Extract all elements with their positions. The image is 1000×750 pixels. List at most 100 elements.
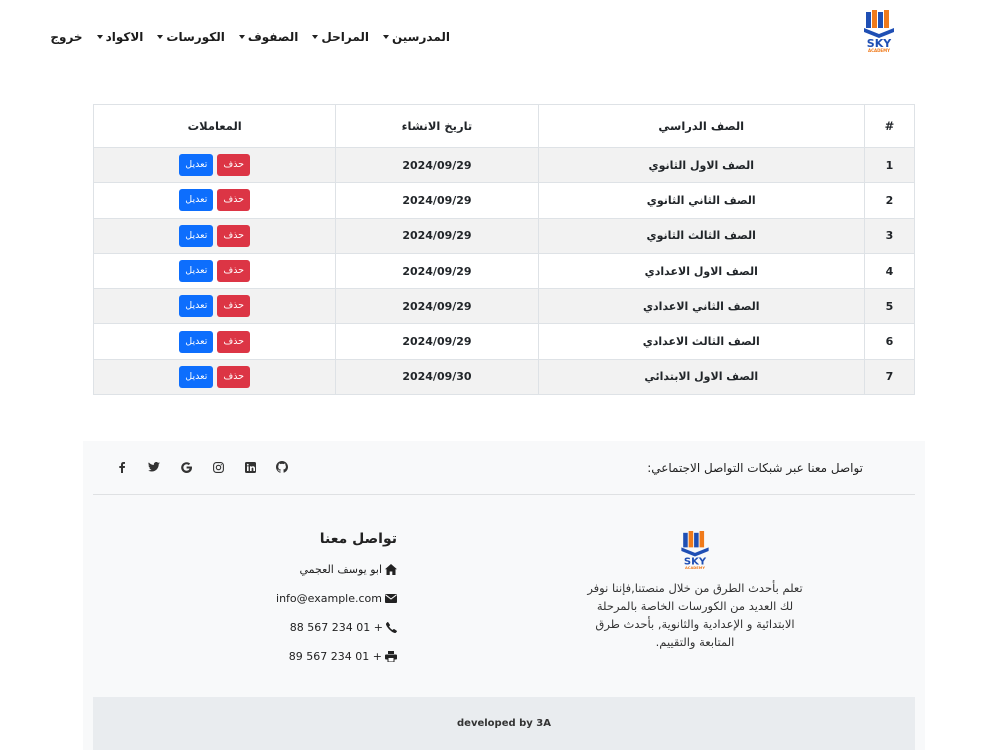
- nav-item-grades[interactable]: الصفوف: [238, 28, 299, 46]
- navbar: SKY ACADEMY المدرسين المراحل الصفوف الكو…: [0, 0, 1000, 72]
- row-date: 2024/09/29: [335, 146, 539, 184]
- contact-fax: + 01 234 567 89: [288, 649, 382, 663]
- row-date: 2024/09/29: [335, 323, 539, 360]
- delete-button[interactable]: حذف: [217, 295, 251, 318]
- contact-phone-line: + 01 234 567 88: [197, 619, 397, 635]
- contact-name-line: ابو يوسف العجمي: [197, 561, 397, 577]
- about-section: SKY ACADEMY تعلم بأحدث الطرق من خلال منص…: [585, 531, 805, 651]
- contact-section: تواصل معنا ابو يوسف العجمي info@example.…: [197, 531, 397, 677]
- header-grade: الصف الدراسي: [537, 104, 865, 148]
- nav-item-label: المدرسين: [391, 30, 450, 44]
- table-row: 7 الصف الاول الابتدائي 2024/09/30 حذف تع…: [92, 358, 916, 396]
- row-grade: الصف الثالث الاعدادي: [537, 323, 865, 360]
- envelope-icon: [385, 593, 397, 603]
- facebook-icon[interactable]: [115, 460, 129, 474]
- delete-button[interactable]: حذف: [217, 224, 251, 247]
- footer: تواصل معنا عبر شبكات التواصل الاجتماعي:: [83, 441, 925, 750]
- row-grade: الصف الثاني الاعدادي: [537, 288, 865, 325]
- row-actions: حذف تعديل: [92, 288, 337, 325]
- header-actions: المعاملات: [92, 104, 337, 148]
- row-grade: الصف الاول الثانوي: [537, 146, 865, 184]
- contact-fax-line: + 01 234 567 89: [197, 648, 397, 664]
- delete-button[interactable]: حذف: [217, 260, 251, 283]
- sky-academy-logo[interactable]: SKY ACADEMY: [862, 10, 896, 54]
- phone-icon: [386, 621, 397, 633]
- chevron-down-icon: [96, 35, 103, 39]
- github-icon[interactable]: [275, 460, 289, 474]
- nav-item-stages[interactable]: المراحل: [312, 28, 369, 46]
- row-num: 2: [863, 182, 916, 219]
- social-icons: [115, 460, 289, 474]
- row-date: 2024/09/29: [335, 288, 539, 325]
- svg-text:ACADEMY: ACADEMY: [685, 566, 705, 570]
- printer-icon: [385, 650, 397, 662]
- edit-button[interactable]: تعديل: [179, 154, 214, 177]
- chevron-down-icon: [157, 35, 164, 39]
- edit-button[interactable]: تعديل: [179, 365, 214, 388]
- row-num: 7: [863, 358, 916, 396]
- delete-button[interactable]: حذف: [217, 330, 251, 353]
- about-text: تعلم بأحدث الطرق من خلال منصتنا,فإننا نو…: [587, 581, 803, 649]
- instagram-icon[interactable]: [211, 460, 225, 474]
- nav-item-courses[interactable]: الكورسات: [157, 28, 225, 46]
- edit-button[interactable]: تعديل: [179, 295, 214, 318]
- table-row: 1 الصف الاول الثانوي 2024/09/29 حذف تعدي…: [92, 146, 916, 184]
- credit-text: developed by 3A: [457, 718, 551, 729]
- row-actions: حذف تعديل: [92, 358, 337, 396]
- header-num: #: [863, 104, 916, 148]
- nav-item-label: الصفوف: [247, 30, 299, 44]
- edit-button[interactable]: تعديل: [179, 330, 214, 353]
- social-text: تواصل معنا عبر شبكات التواصل الاجتماعي:: [647, 461, 863, 475]
- credit-bar: developed by 3A: [93, 697, 915, 750]
- delete-button[interactable]: حذف: [217, 154, 251, 177]
- row-num: 5: [863, 288, 916, 325]
- home-icon: [385, 563, 397, 575]
- grades-table: # الصف الدراسي تاريخ الانشاء المعاملات 1…: [92, 104, 916, 396]
- grades-table-container: # الصف الدراسي تاريخ الانشاء المعاملات 1…: [92, 104, 916, 396]
- twitter-icon[interactable]: [147, 460, 161, 474]
- nav-menu: المدرسين المراحل الصفوف الكورسات الاكواد…: [50, 28, 450, 46]
- nav-item-label: الاكواد: [105, 30, 144, 44]
- contact-phone: + 01 234 567 88: [289, 620, 383, 634]
- row-grade: الصف الثالث الثانوي: [537, 217, 865, 254]
- row-date: 2024/09/29: [335, 252, 539, 290]
- contact-email[interactable]: info@example.com: [276, 592, 382, 605]
- delete-button[interactable]: حذف: [217, 365, 251, 388]
- svg-text:ACADEMY: ACADEMY: [868, 48, 890, 53]
- table-row: 5 الصف الثاني الاعدادي 2024/09/29 حذف تع…: [92, 288, 916, 325]
- edit-button[interactable]: تعديل: [179, 260, 214, 283]
- table-row: 6 الصف الثالث الاعدادي 2024/09/29 حذف تع…: [92, 323, 916, 360]
- table-header-row: # الصف الدراسي تاريخ الانشاء المعاملات: [92, 104, 916, 148]
- nav-item-codes[interactable]: الاكواد: [96, 28, 144, 46]
- row-actions: حذف تعديل: [92, 217, 337, 254]
- contact-email-line: info@example.com: [197, 590, 397, 606]
- table-row: 3 الصف الثالث الثانوي 2024/09/29 حذف تعد…: [92, 217, 916, 254]
- table-row: 2 الصف الثاني الثانوي 2024/09/29 حذف تعد…: [92, 182, 916, 219]
- nav-item-label: خروج: [50, 30, 83, 44]
- google-icon[interactable]: [179, 460, 193, 474]
- row-date: 2024/09/29: [335, 182, 539, 219]
- row-date: 2024/09/29: [335, 217, 539, 254]
- nav-item-logout[interactable]: خروج: [50, 28, 82, 46]
- row-grade: الصف الاول الاعدادي: [537, 252, 865, 290]
- edit-button[interactable]: تعديل: [179, 224, 214, 247]
- chevron-down-icon: [312, 35, 319, 39]
- row-actions: حذف تعديل: [92, 146, 337, 184]
- nav-item-teachers[interactable]: المدرسين: [382, 28, 450, 46]
- contact-title: تواصل معنا: [319, 531, 397, 547]
- row-num: 4: [863, 252, 916, 290]
- row-grade: الصف الثاني الثانوي: [537, 182, 865, 219]
- nav-item-label: الكورسات: [166, 30, 225, 44]
- edit-button[interactable]: تعديل: [179, 189, 214, 212]
- row-date: 2024/09/30: [335, 358, 539, 396]
- footer-logo: SKY ACADEMY: [678, 531, 712, 571]
- nav-item-label: المراحل: [321, 30, 369, 44]
- row-actions: حذف تعديل: [92, 182, 337, 219]
- header-date: تاريخ الانشاء: [335, 104, 539, 148]
- row-actions: حذف تعديل: [92, 252, 337, 290]
- linkedin-icon[interactable]: [243, 460, 257, 474]
- delete-button[interactable]: حذف: [217, 189, 251, 212]
- row-num: 1: [863, 146, 916, 184]
- table-row: 4 الصف الاول الاعدادي 2024/09/29 حذف تعد…: [92, 252, 916, 290]
- chevron-down-icon: [238, 35, 245, 39]
